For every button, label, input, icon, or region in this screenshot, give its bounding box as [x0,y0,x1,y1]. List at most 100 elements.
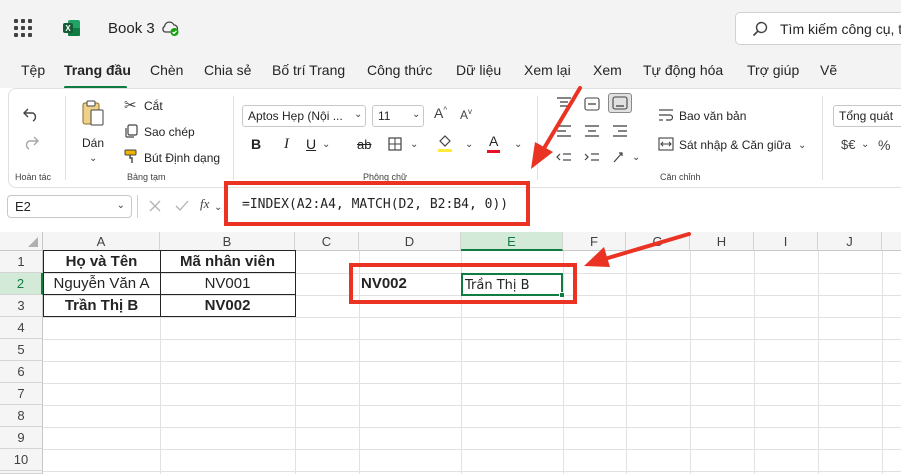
tab-view[interactable]: Xem [593,62,622,78]
tab-help[interactable]: Trợ giúp [747,62,799,78]
tab-share[interactable]: Chia sẻ [204,62,251,78]
column-header-c[interactable]: C [295,232,359,251]
cell-a2[interactable]: Nguyễn Văn A [43,275,160,292]
fill-color-chevron-icon[interactable]: ⌄ [465,139,473,150]
align-bottom-button[interactable] [608,93,632,113]
cancel-edit-icon[interactable] [148,199,162,213]
search-box[interactable] [735,12,901,45]
cell-b2[interactable]: NV001 [160,275,295,292]
copy-label[interactable]: Sao chép [144,125,195,139]
number-format-dropdown[interactable]: Tổng quát [833,105,901,127]
font-name-dropdown[interactable]: Aptos Hẹp (Nội ... [242,105,366,127]
insert-function-chevron-icon[interactable]: ⌄ [214,202,222,213]
undo-icon[interactable] [22,106,40,122]
column-header-d[interactable]: D [359,232,461,251]
row-header-2[interactable]: 2 [0,273,43,295]
row-header-7[interactable]: 7 [0,383,43,405]
row-header-6[interactable]: 6 [0,361,43,383]
percent-icon[interactable]: % [878,137,890,153]
insert-function-icon[interactable]: fx [200,196,209,212]
row-header-5[interactable]: 5 [0,339,43,361]
column-header-a[interactable]: A [43,232,160,251]
align-top-icon[interactable] [556,97,572,111]
tab-formulas[interactable]: Công thức [367,62,432,78]
wrap-text-icon[interactable] [658,108,674,122]
cell-b3[interactable]: NV002 [160,297,295,314]
workbook-title[interactable]: Book 3 [108,20,155,37]
increase-indent-icon[interactable] [584,150,600,164]
font-color-chevron-icon[interactable]: ⌄ [514,139,522,150]
decrease-indent-icon[interactable] [556,150,572,164]
tab-draw[interactable]: Vẽ [820,62,837,78]
name-box-chevron-icon[interactable]: ⌄ [117,200,125,211]
column-header-f[interactable]: F [563,232,626,251]
merge-center-chevron-icon[interactable]: ⌄ [798,140,806,151]
font-size-chevron-icon[interactable]: ⌄ [412,109,420,120]
format-painter-icon[interactable] [124,149,138,164]
tab-home[interactable]: Trang đầu [64,62,131,78]
row-header-9[interactable]: 9 [0,427,43,449]
app-launcher-icon[interactable] [14,19,32,37]
row-header-8[interactable]: 8 [0,405,43,427]
tab-insert[interactable]: Chèn [150,62,183,78]
select-all-corner[interactable] [0,232,43,251]
cell-a1[interactable]: Họ và Tên [43,253,160,270]
column-header-g[interactable]: G [626,232,690,251]
wrap-text-label[interactable]: Bao văn bản [679,109,746,123]
paste-label[interactable]: Dán [82,136,104,150]
bold-icon[interactable]: B [251,136,261,152]
tab-review[interactable]: Xem lại [524,62,571,78]
tab-page-layout[interactable]: Bố trí Trang [272,62,345,78]
column-header-h[interactable]: H [690,232,754,251]
cloud-saved-icon[interactable] [160,19,180,37]
align-right-icon[interactable] [612,124,628,138]
column-header-i[interactable]: I [754,232,818,251]
row-header-10[interactable]: 10 [0,449,43,471]
column-header-j[interactable]: J [818,232,882,251]
tab-data[interactable]: Dữ liệu [456,62,501,78]
row-header-4[interactable]: 4 [0,317,43,339]
font-color-icon[interactable]: A [489,133,498,149]
gridline [754,251,755,474]
currency-icon[interactable]: $€ [841,137,855,152]
font-color-swatch [487,150,500,153]
align-middle-icon[interactable] [584,97,600,111]
paste-icon[interactable] [80,99,106,127]
column-header-k[interactable] [882,232,901,251]
align-center-icon[interactable] [584,124,600,138]
increase-font-size-icon[interactable]: A^ [434,105,447,121]
copy-icon[interactable] [124,124,138,138]
cell-b1[interactable]: Mã nhân viên [160,253,295,270]
decrease-font-size-icon[interactable]: Av [460,107,472,122]
paste-dropdown-chevron-icon[interactable]: ⌄ [89,153,97,164]
font-name-chevron-icon[interactable]: ⌄ [354,109,362,120]
redo-icon[interactable] [22,134,40,150]
ribbon-separator [537,96,538,180]
align-left-icon[interactable] [556,124,572,138]
tab-file[interactable]: Tệp [21,62,45,78]
tab-automate[interactable]: Tự động hóa [643,62,723,78]
underline-icon[interactable]: U [306,136,316,152]
cell-a3[interactable]: Trần Thị B [43,297,160,314]
name-box[interactable]: E2 ⌄ [7,195,132,218]
currency-chevron-icon[interactable]: ⌄ [861,139,869,150]
strikethrough-icon[interactable]: ab [357,137,371,152]
column-header-e[interactable]: E [461,232,563,251]
cut-label[interactable]: Cắt [144,99,163,113]
scissors-icon[interactable]: ✂ [124,96,137,114]
search-input[interactable] [780,19,901,39]
italic-icon[interactable]: I [284,136,289,153]
borders-chevron-icon[interactable]: ⌄ [410,139,418,150]
format-painter-label[interactable]: Bút Định dạng [144,151,220,165]
borders-icon[interactable] [388,137,402,151]
row-header-3[interactable]: 3 [0,295,43,317]
orientation-chevron-icon[interactable]: ⌄ [632,152,640,163]
underline-chevron-icon[interactable]: ⌄ [322,139,330,150]
fill-color-icon[interactable] [437,133,453,153]
merge-center-label[interactable]: Sát nhập & Căn giữa [679,138,791,152]
orientation-icon[interactable] [612,150,628,164]
column-header-b[interactable]: B [160,232,295,251]
merge-center-icon[interactable] [658,137,674,151]
confirm-edit-icon[interactable] [174,199,190,213]
row-header-1[interactable]: 1 [0,251,43,273]
